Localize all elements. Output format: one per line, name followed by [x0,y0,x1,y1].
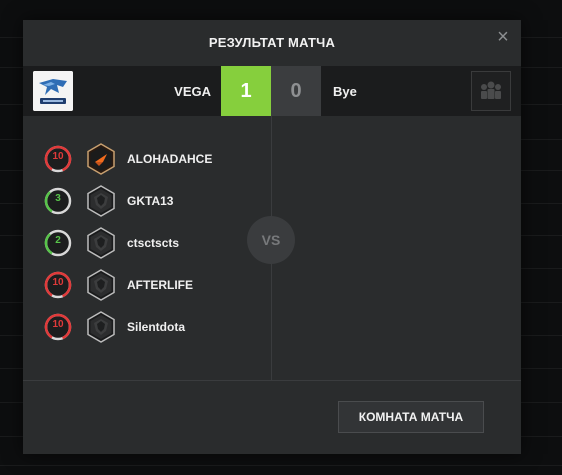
default-hex-avatar-icon[interactable] [85,269,117,301]
player-level: 10 [52,277,64,288]
match-result-modal: РЕЗУЛЬТАТ МАТЧА × VEGA 1 0 Bye 10 ALOHAD… [23,20,521,454]
vega-logo-icon [33,71,73,111]
score-bar: VEGA 1 0 Bye [23,66,521,116]
player-row[interactable]: 10 Silentdota [43,310,263,352]
modal-title: РЕЗУЛЬТАТ МАТЧА [208,35,336,50]
orange-hex-avatar-icon[interactable] [85,143,117,175]
player-level: 10 [52,319,64,330]
player-row[interactable]: 10 ALOHADAHCE [43,142,263,184]
placeholder-team-icon [472,72,510,110]
player-name[interactable]: AFTERLIFE [127,278,193,292]
close-icon[interactable]: × [495,27,511,47]
team-name-left: VEGA [174,84,211,99]
team-logo-bye [471,71,511,111]
default-hex-avatar-icon[interactable] [85,311,117,343]
player-name[interactable]: ctsctscts [127,236,179,250]
vs-badge: VS [247,216,295,264]
player-row[interactable]: 2 ctsctscts [43,226,263,268]
team-right-score: 0 [271,66,321,116]
player-name[interactable]: Silentdota [127,320,185,334]
player-level: 10 [52,151,64,162]
player-level: 3 [55,193,61,204]
player-level: 2 [55,235,61,246]
default-hex-avatar-icon[interactable] [85,185,117,217]
match-room-button[interactable]: КОМНАТА МАТЧА [338,401,484,433]
player-name[interactable]: GKTA13 [127,194,173,208]
team-logo-vega [33,71,73,111]
default-hex-avatar-icon[interactable] [85,227,117,259]
player-name[interactable]: ALOHADAHCE [127,152,212,166]
player-row[interactable]: 10 AFTERLIFE [43,268,263,310]
team-name-right: Bye [333,84,357,99]
player-list: 10 ALOHADAHCE 3 GKTA13 2 ctsctscts 10 AFTERLIFE… [43,142,263,352]
lineup-area: 10 ALOHADAHCE 3 GKTA13 2 ctsctscts 10 AFTERLIFE… [23,116,521,381]
modal-header: РЕЗУЛЬТАТ МАТЧА × [23,20,521,66]
player-row[interactable]: 3 GKTA13 [43,184,263,226]
team-left-score: 1 [221,66,271,116]
